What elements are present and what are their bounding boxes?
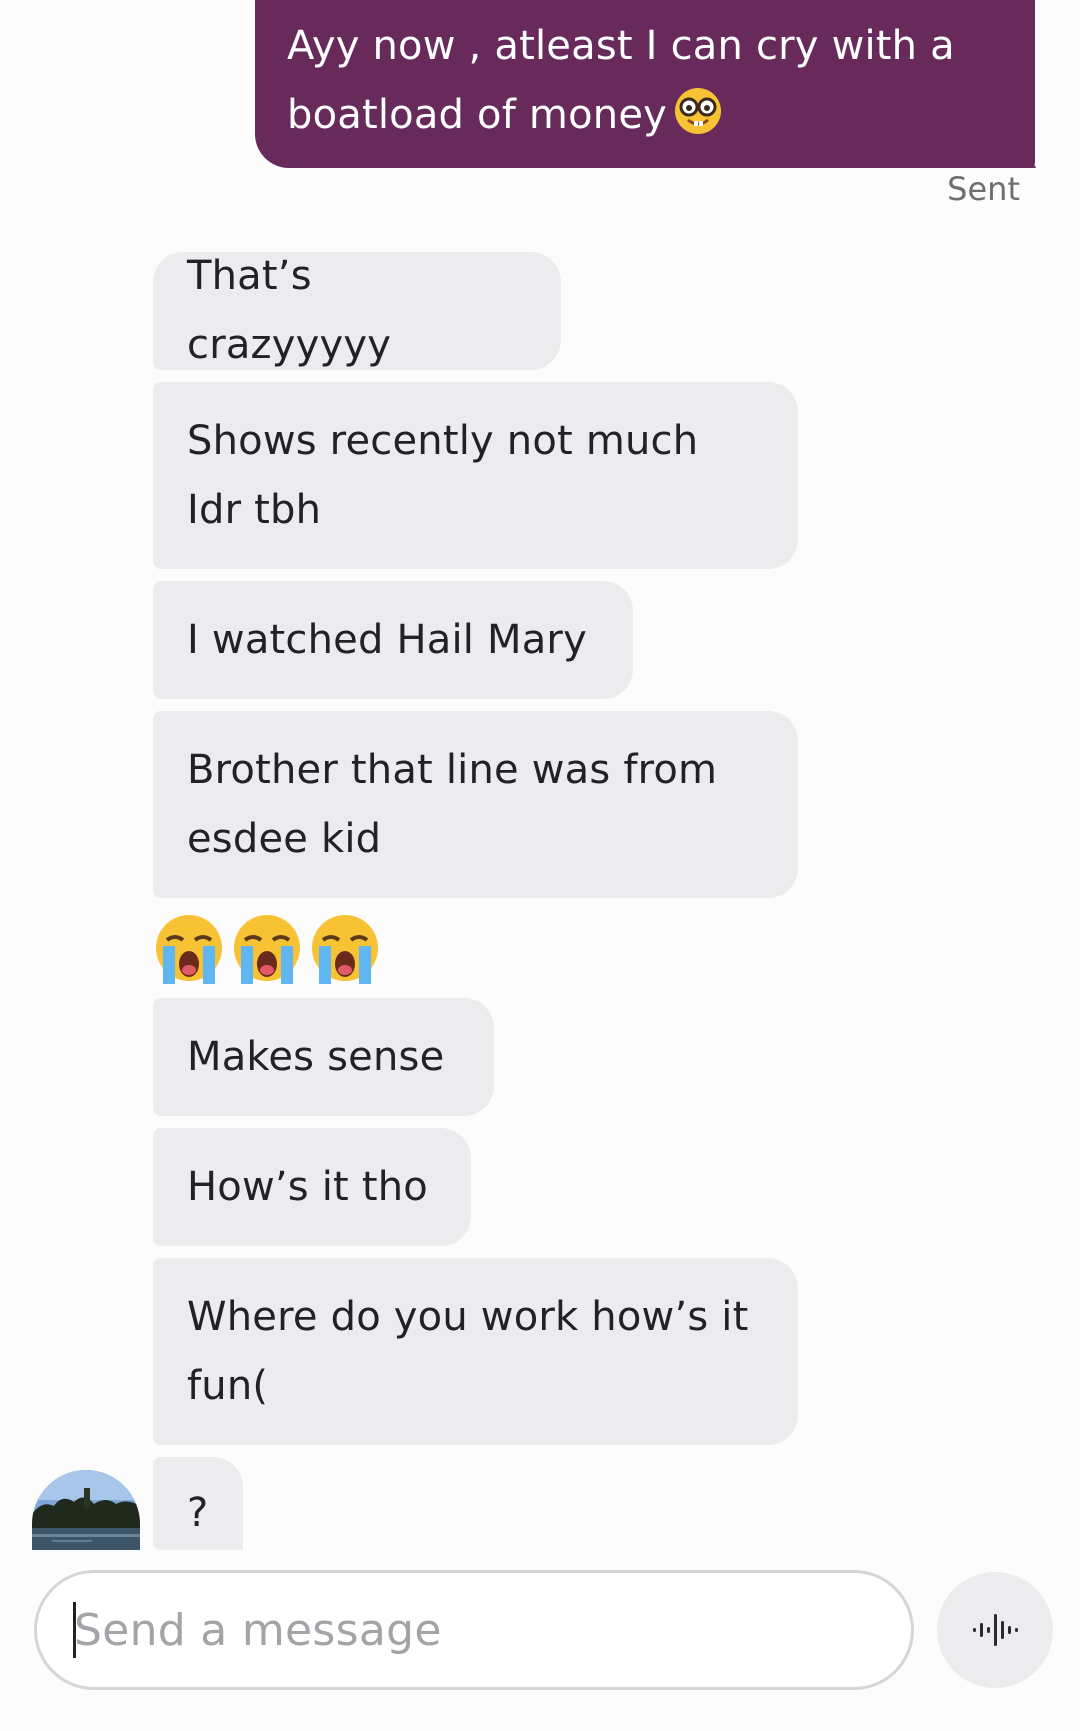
received-message-bubble[interactable]: Shows recently not much Idr tbh — [153, 382, 798, 569]
received-message-text: Where do you work how’s it fun( — [187, 1293, 749, 1409]
received-message-bubble[interactable]: Brother that line was from esdee kid — [153, 711, 798, 898]
message-input-placeholder: Send a message — [74, 1604, 442, 1656]
loudly-crying-face-emoji-icon — [156, 915, 222, 984]
message-status: Sent — [947, 170, 1020, 208]
message-input[interactable]: Send a message — [34, 1570, 914, 1690]
loudly-crying-face-emoji-icon — [234, 915, 300, 984]
received-message-bubble[interactable]: That’s crazyyyyy — [153, 252, 561, 370]
received-message-text: Brother that line was from esdee kid — [187, 746, 718, 862]
voice-waveform-icon — [973, 1614, 1018, 1646]
sent-message-bubble[interactable]: Ayy now , atleast I can cry with a boatl… — [255, 0, 1035, 168]
received-message-text: How’s it tho — [187, 1163, 428, 1210]
received-message-text: Makes sense — [187, 1033, 445, 1080]
received-message-bubble[interactable]: I watched Hail Mary — [153, 581, 633, 699]
message-composer: Send a message — [0, 1550, 1080, 1731]
sent-bubble-tail — [1018, 132, 1036, 168]
received-message-text: ? — [187, 1490, 209, 1536]
voice-message-button[interactable] — [937, 1572, 1053, 1688]
received-message-bubble[interactable]: Makes sense — [153, 998, 494, 1116]
received-message-bubble[interactable]: How’s it tho — [153, 1128, 471, 1246]
chat-screen: Ayy now , atleast I can cry with a boatl… — [0, 0, 1080, 1731]
received-message-text: Shows recently not much Idr tbh — [187, 417, 699, 533]
nerd-face-emoji-icon — [675, 88, 722, 134]
sent-message-text: Ayy now , atleast I can cry with a boatl… — [287, 23, 955, 138]
received-message-text: I watched Hail Mary — [187, 616, 587, 663]
loudly-crying-face-emoji-icon — [312, 915, 378, 984]
received-message-bubble[interactable]: ? — [153, 1457, 243, 1550]
received-message-text: That’s crazyyyyy — [187, 253, 392, 368]
emoji-only-message[interactable] — [153, 912, 381, 988]
avatar-landscape-image — [32, 1470, 140, 1550]
sender-avatar[interactable] — [32, 1470, 140, 1550]
received-message-bubble[interactable]: Where do you work how’s it fun( — [153, 1258, 798, 1445]
